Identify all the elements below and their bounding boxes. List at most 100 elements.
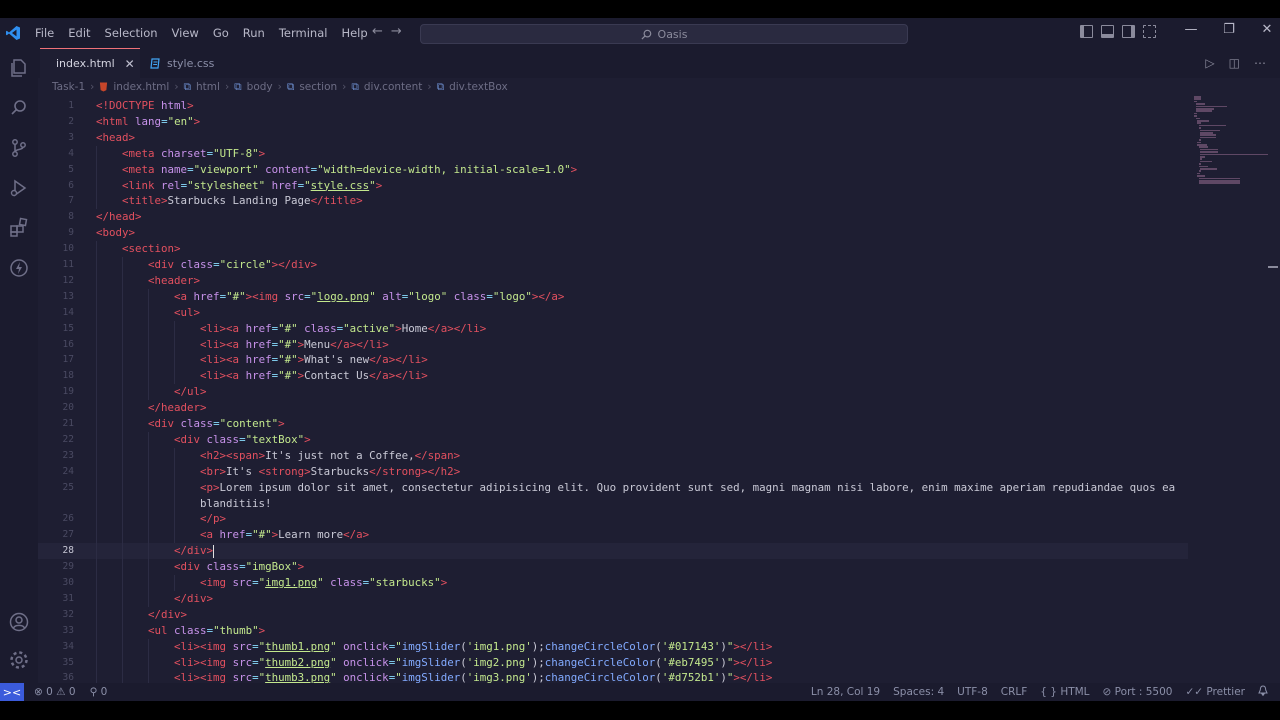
restore-icon[interactable]: ❐: [1210, 22, 1248, 37]
indent-guide: [148, 336, 149, 353]
code-token: >: [258, 623, 266, 637]
code-line[interactable]: 19 </ul>: [38, 384, 1188, 401]
problems-indicator[interactable]: ⊗ 0 ⚠ 0: [34, 686, 76, 698]
prettier-status[interactable]: ✓✓ Prettier: [1185, 686, 1245, 698]
run-code-icon[interactable]: ▷: [1205, 56, 1214, 70]
close-window-icon[interactable]: ✕: [1248, 22, 1280, 37]
language-mode[interactable]: { } HTML: [1040, 686, 1089, 698]
code-line[interactable]: 6 <link rel="stylesheet" href="style.css"…: [38, 177, 1188, 194]
menu-help[interactable]: Help: [334, 26, 374, 40]
customize-layout-icon[interactable]: [1143, 25, 1156, 38]
explorer-icon[interactable]: [7, 56, 31, 80]
code-line[interactable]: 25 <p>Lorem ipsum dolor sit amet, consect…: [38, 479, 1188, 496]
code-editor[interactable]: 1 <!DOCTYPE html> 2 <html lang="en"> 3 <head>…: [38, 96, 1188, 683]
menu-go[interactable]: Go: [206, 26, 236, 40]
code-token: thumb2.png: [265, 655, 331, 669]
menu-view[interactable]: View: [165, 26, 206, 40]
code-line[interactable]: 7 <title>Starbucks Landing Page</title>: [38, 193, 1188, 210]
breadcrumb-file[interactable]: index.html: [113, 81, 169, 93]
code-line[interactable]: 24 <br>It's <strong>Starbucks</strong></h…: [38, 463, 1188, 480]
indentation[interactable]: Spaces: 4: [893, 686, 944, 698]
indent-guide: [96, 241, 97, 258]
code-line[interactable]: 23 <h2><span>It's just not a Coffee,</spa…: [38, 447, 1188, 464]
encoding[interactable]: UTF-8: [957, 686, 988, 698]
command-center-search[interactable]: Oasis: [420, 24, 908, 44]
cursor-position[interactable]: Ln 28, Col 19: [811, 686, 880, 698]
code-line[interactable]: blanditiis!: [38, 495, 1188, 512]
code-line[interactable]: 35 <li><img src="thumb2.png" onclick="img…: [38, 654, 1188, 671]
code-line[interactable]: 5 <meta name="viewport" content="width=de…: [38, 161, 1188, 178]
ports-indicator[interactable]: ⚲ 0: [90, 686, 108, 698]
code-line[interactable]: 13 <a href="#"><img src="logo.png" alt="l…: [38, 288, 1188, 305]
code-line[interactable]: 16 <li><a href="#">Menu</a></li>: [38, 336, 1188, 353]
breadcrumb-div-textbox[interactable]: div.textBox: [449, 81, 508, 93]
settings-gear-icon[interactable]: [7, 648, 31, 672]
code-line[interactable]: 11 <div class="circle"></div>: [38, 257, 1188, 273]
scrollbar-marker[interactable]: [1268, 266, 1278, 268]
code-line[interactable]: 30 <img src="img1.png" class="starbucks">: [38, 575, 1188, 591]
minimap[interactable]: [1190, 96, 1270, 196]
code-line[interactable]: 17 <li><a href="#">What's new</a></li>: [38, 352, 1188, 369]
more-actions-icon[interactable]: ⋯: [1254, 56, 1266, 70]
breadcrumb-folder[interactable]: Task-1: [52, 81, 85, 93]
code-line[interactable]: 1 <!DOCTYPE html>: [38, 98, 1188, 114]
menu-run[interactable]: Run: [236, 26, 272, 40]
code-line[interactable]: 21 <div class="content">: [38, 416, 1188, 432]
code-line[interactable]: 4 <meta charset="UTF-8">: [38, 145, 1188, 162]
forward-arrow-icon[interactable]: →: [391, 24, 402, 39]
code-line[interactable]: 33 <ul class="thumb">: [38, 622, 1188, 639]
code-line[interactable]: 12 <header>: [38, 272, 1188, 289]
menu-terminal[interactable]: Terminal: [272, 26, 335, 40]
source-control-icon[interactable]: [7, 136, 31, 160]
search-sidebar-icon[interactable]: [7, 96, 31, 120]
code-line[interactable]: 36 <li><img src="thumb3.png" onclick="img…: [38, 670, 1188, 683]
code-line[interactable]: 34 <li><img src="thumb1.png" onclick="img…: [38, 638, 1188, 655]
code-line[interactable]: 18 <li><a href="#">Contact Us</a></li>: [38, 368, 1188, 385]
indent-guide: [122, 638, 123, 655]
menu-selection[interactable]: Selection: [98, 26, 165, 40]
extensions-icon[interactable]: [7, 216, 31, 240]
back-arrow-icon[interactable]: ←: [372, 24, 383, 39]
remote-explorer-icon[interactable]: [7, 256, 31, 280]
split-editor-icon[interactable]: ◫: [1229, 56, 1240, 70]
toggle-panel-icon[interactable]: [1101, 25, 1114, 38]
minimize-icon[interactable]: —: [1172, 22, 1210, 37]
breadcrumb-section[interactable]: section: [299, 81, 337, 93]
code-line[interactable]: 29 <div class="imgBox">: [38, 559, 1188, 576]
indent-guide: [148, 320, 149, 337]
notifications-bell-icon[interactable]: [1258, 685, 1268, 699]
remote-indicator-icon[interactable]: ><: [0, 683, 24, 701]
code-token: link: [128, 178, 155, 192]
tab-index-html[interactable]: index.html ✕: [40, 48, 140, 78]
account-icon[interactable]: [7, 610, 31, 634]
code-text: </div>: [174, 543, 215, 559]
code-line[interactable]: 32 </div>: [38, 606, 1188, 623]
menu-file[interactable]: File: [28, 26, 61, 40]
code-line[interactable]: 22 <div class="textBox">: [38, 431, 1188, 448]
code-line[interactable]: 8 </head>: [38, 209, 1188, 225]
toggle-secondary-sidebar-icon[interactable]: [1122, 25, 1135, 38]
breadcrumb-body[interactable]: body: [247, 81, 273, 93]
toggle-primary-sidebar-icon[interactable]: [1080, 25, 1093, 38]
tab-style-css[interactable]: style.css: [140, 48, 232, 78]
live-server-port[interactable]: ⊘ Port : 5500: [1103, 686, 1173, 698]
breadcrumb-div-content[interactable]: div.content: [364, 81, 423, 93]
breadcrumb-html[interactable]: html: [196, 81, 220, 93]
code-line[interactable]: 28 </div>: [38, 543, 1188, 560]
code-line[interactable]: 2 <html lang="en">: [38, 114, 1188, 130]
minimap-line: [1198, 165, 1208, 168]
code-line[interactable]: 10 <section>: [38, 241, 1188, 258]
code-line[interactable]: 14 <ul>: [38, 304, 1188, 321]
line-ending[interactable]: CRLF: [1001, 686, 1028, 698]
code-line[interactable]: 26 </p>: [38, 511, 1188, 528]
menu-edit[interactable]: Edit: [61, 26, 97, 40]
run-debug-icon[interactable]: [7, 176, 31, 200]
line-number: 26: [62, 513, 74, 525]
code-line[interactable]: 27 <a href="#">Learn more</a>: [38, 527, 1188, 544]
code-line[interactable]: 15 <li><a href="#" class="active">Home</a…: [38, 320, 1188, 337]
code-line[interactable]: 31 </div>: [38, 590, 1188, 607]
close-tab-icon[interactable]: ✕: [125, 57, 135, 71]
code-line[interactable]: 20 </header>: [38, 400, 1188, 417]
code-line[interactable]: 3 <head>: [38, 130, 1188, 146]
code-line[interactable]: 9 <body>: [38, 225, 1188, 241]
